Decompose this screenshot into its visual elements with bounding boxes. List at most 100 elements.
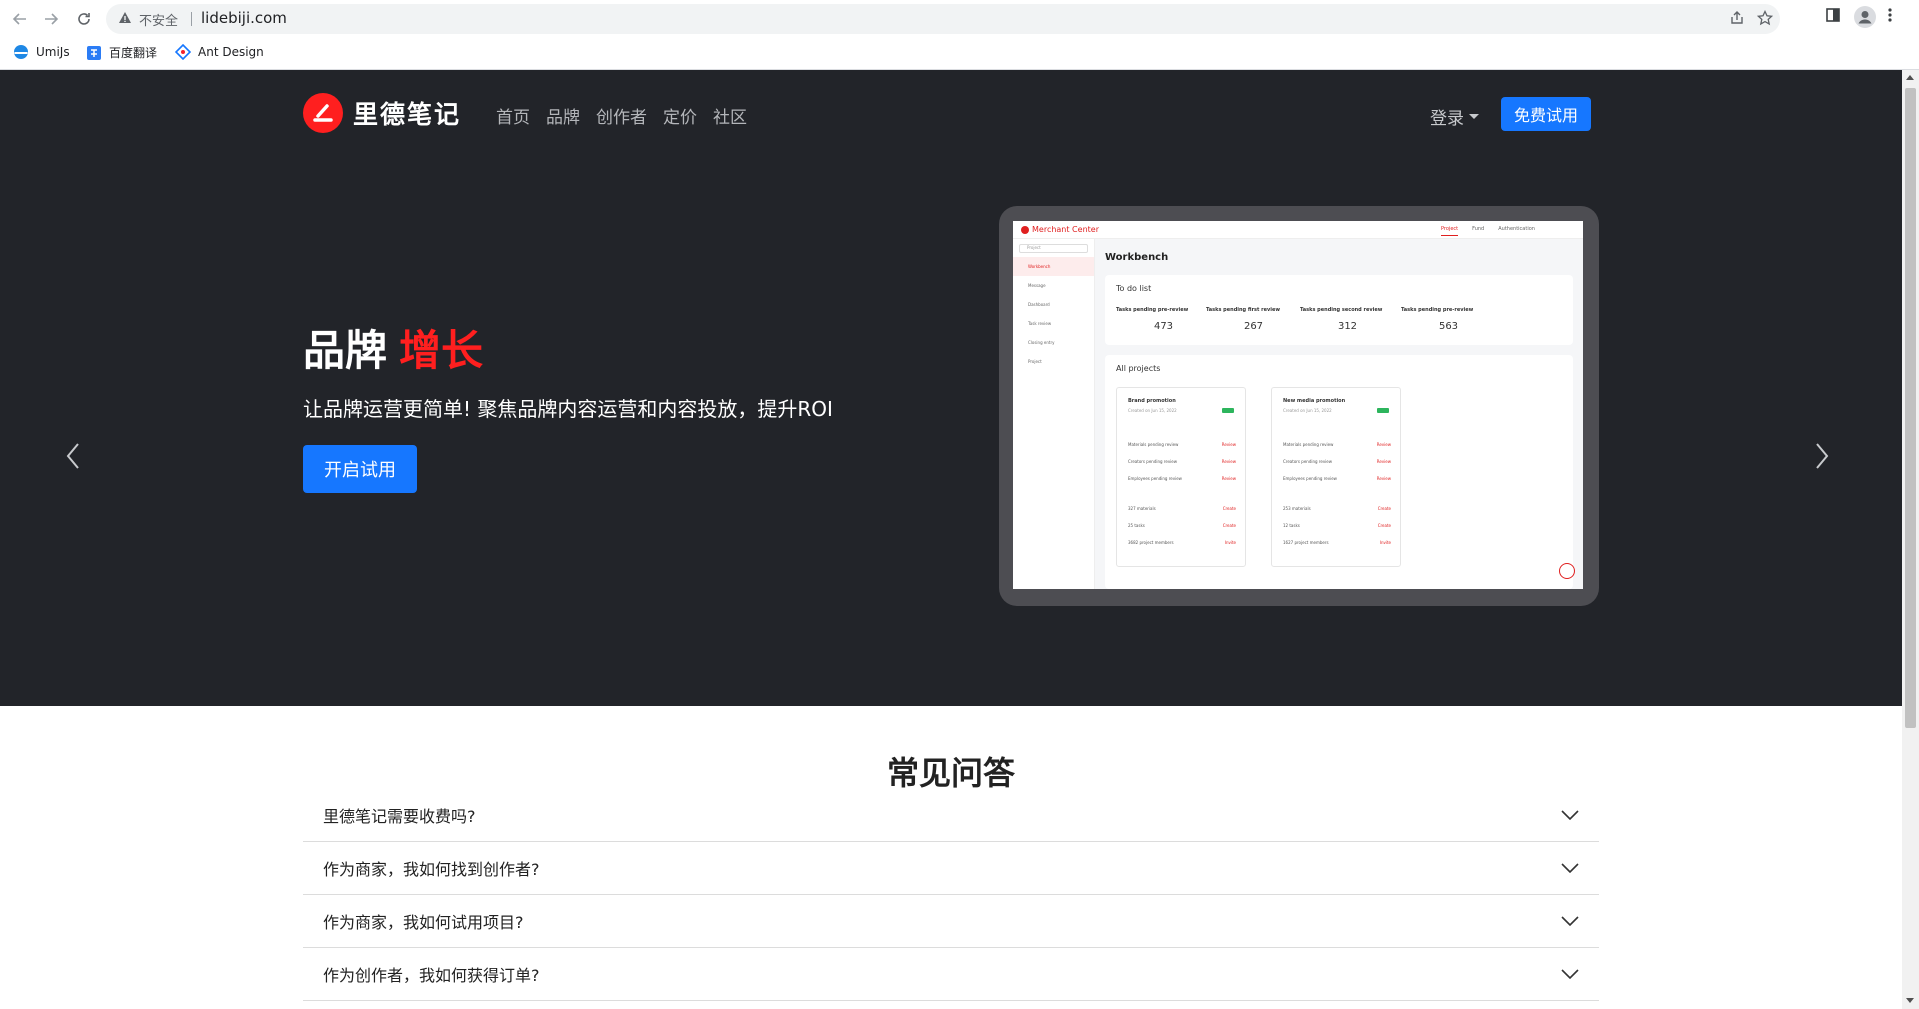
more-vert-icon[interactable]: [1887, 6, 1893, 24]
nav-item-brand[interactable]: 品牌: [546, 103, 580, 128]
ant-design-icon: [175, 44, 191, 60]
project-row: 3682 project members Invite: [1128, 540, 1236, 545]
faq-question: 作为商家，我如何找到创作者?: [323, 860, 540, 879]
hero-title: 品牌 增长: [303, 317, 483, 378]
faq-title: 常见问答: [886, 754, 1015, 792]
stat-value: 312: [1337, 321, 1358, 332]
mockup-projects-title: All projects: [1116, 364, 1161, 373]
mockup-screen: Merchant Center Project Fund Authenticat…: [1013, 221, 1583, 589]
back-button[interactable]: [7, 6, 33, 32]
mockup-sidebar-item: Message: [1028, 283, 1046, 288]
hero-section: 里德笔记 首页 品牌 创作者 定价 社区 登录 免费试用 品牌 增长 让品牌运营更…: [0, 70, 1902, 706]
side-panel-icon[interactable]: [1824, 6, 1842, 24]
warning-icon[interactable]: [118, 11, 132, 25]
faq-item[interactable]: 里德笔记需要收费吗?: [303, 789, 1599, 842]
mockup-tab-fund: Fund: [1472, 226, 1485, 232]
address-bar[interactable]: 不安全 lidebiji.com: [106, 4, 1780, 34]
login-dropdown[interactable]: 登录: [1430, 104, 1479, 129]
mockup-tabs: Project Fund Authentication: [1441, 226, 1549, 236]
login-label: 登录: [1430, 109, 1464, 129]
scrollbar-thumb[interactable]: [1905, 88, 1916, 728]
project-row: Employees pending review Review: [1128, 476, 1236, 481]
hero-title-accent: 增长: [399, 326, 484, 375]
logo-mark-icon: [303, 93, 343, 133]
baidu-translate-icon: [87, 45, 101, 60]
project-status-badge: [1222, 408, 1234, 413]
main-nav: 首页 品牌 创作者 定价 社区: [496, 103, 763, 128]
project-date: Created on Jun 15, 2022: [1128, 408, 1177, 413]
bookmark-umijs[interactable]: UmiJs: [13, 44, 70, 60]
bookmark-baidu-translate[interactable]: 百度翻译: [86, 44, 157, 61]
reload-button[interactable]: [71, 6, 97, 32]
mockup-projects-card: All projects Brand promotion Created on …: [1105, 355, 1573, 589]
star-icon[interactable]: [1757, 10, 1773, 26]
scroll-up-icon[interactable]: [1906, 75, 1914, 80]
mockup-sidebar-item: Dashboard: [1028, 302, 1050, 307]
mockup-project-card: Brand promotion Created on Jun 15, 2022 …: [1116, 387, 1246, 567]
free-trial-button[interactable]: 免费试用: [1501, 97, 1591, 131]
mockup-sidebar-item: Workbench: [1013, 257, 1094, 276]
project-title: New media promotion: [1283, 398, 1346, 404]
mockup-search: Project: [1019, 244, 1088, 253]
faq-item[interactable]: 作为创作者，我如何获得订单?: [303, 948, 1599, 1001]
page-viewport: 里德笔记 首页 品牌 创作者 定价 社区 登录 免费试用 品牌 增长 让品牌运营更…: [0, 70, 1902, 1009]
url-text[interactable]: lidebiji.com: [201, 9, 287, 27]
project-row: Creators pending review Review: [1128, 459, 1236, 464]
mockup-stat: Tasks pending pre-review 473: [1116, 307, 1211, 332]
mockup-tab-authentication: Authentication: [1498, 226, 1535, 232]
caret-down-icon: [1469, 114, 1479, 119]
chevron-down-icon: [1561, 810, 1579, 820]
stat-label: Tasks pending first review: [1206, 307, 1280, 313]
project-date: Created on Jun 15, 2022: [1283, 408, 1332, 413]
hero-title-main: 品牌: [303, 326, 388, 375]
chevron-down-icon: [1561, 969, 1579, 979]
stat-value: 473: [1153, 321, 1174, 332]
faq-question: 作为商家，我如何试用项目?: [323, 913, 524, 932]
faq-item[interactable]: 作为商家，我如何找到创作者?: [303, 842, 1599, 895]
reload-icon: [78, 13, 90, 25]
stat-value: 563: [1438, 321, 1459, 332]
nav-item-home[interactable]: 首页: [496, 103, 530, 128]
arrow-left-icon: [12, 13, 26, 25]
chevron-down-icon: [1561, 863, 1579, 873]
mockup-sidebar-item: Closing entry: [1028, 340, 1055, 345]
user-icon: [1858, 11, 1872, 24]
umijs-icon: [14, 45, 28, 59]
share-icon[interactable]: [1729, 10, 1745, 26]
mockup-sidebar: Project Workbench Message Dashboard Task…: [1013, 239, 1095, 589]
project-row: Creators pending review Review: [1283, 459, 1391, 464]
faq-item[interactable]: 作为商家，我如何试用项目?: [303, 895, 1599, 948]
project-row: 1627 project members Invite: [1283, 540, 1391, 545]
mockup-page-title: Workbench: [1105, 252, 1169, 263]
bookmark-ant-design[interactable]: Ant Design: [175, 44, 264, 60]
nav-item-pricing[interactable]: 定价: [663, 103, 697, 128]
stat-label: Tasks pending pre-review: [1116, 307, 1189, 313]
faq-list: 里德笔记需要收费吗? 作为商家，我如何找到创作者? 作为商家，我如何试用项目? …: [303, 789, 1599, 1001]
scroll-down-icon[interactable]: [1906, 998, 1914, 1003]
project-row: Materials pending review Review: [1128, 442, 1236, 447]
chevron-down-icon: [1561, 916, 1579, 926]
faq-question: 作为创作者，我如何获得订单?: [323, 966, 540, 985]
mockup-brand: Merchant Center: [1021, 225, 1099, 234]
site-logo[interactable]: 里德笔记: [303, 93, 461, 133]
forward-button[interactable]: [38, 6, 64, 32]
project-row: 253 materials Create: [1283, 506, 1391, 511]
bookmarks-bar: UmiJs 百度翻译 Ant Design: [0, 37, 1919, 70]
mockup-todo-title: To do list: [1116, 284, 1152, 293]
carousel-prev-icon[interactable]: [66, 442, 80, 470]
browser-toolbar: 不安全 lidebiji.com: [0, 0, 1919, 37]
stat-label: Tasks pending pre-review: [1401, 307, 1474, 313]
start-trial-button[interactable]: 开启试用: [303, 445, 417, 493]
mockup-sidebar-item: Project: [1028, 359, 1042, 364]
logo-text: 里德笔记: [353, 100, 462, 129]
stat-value: 267: [1243, 321, 1264, 332]
project-title: Brand promotion: [1128, 398, 1176, 404]
mockup-stat: Tasks pending first review 267: [1206, 307, 1301, 332]
mockup-topbar: Merchant Center Project Fund Authenticat…: [1013, 221, 1583, 239]
profile-avatar[interactable]: [1854, 6, 1876, 28]
page-scrollbar[interactable]: [1902, 70, 1919, 1009]
carousel-next-icon[interactable]: [1815, 442, 1829, 470]
nav-item-creators[interactable]: 创作者: [596, 103, 647, 128]
nav-item-community[interactable]: 社区: [713, 103, 747, 128]
project-row: Materials pending review Review: [1283, 442, 1391, 447]
